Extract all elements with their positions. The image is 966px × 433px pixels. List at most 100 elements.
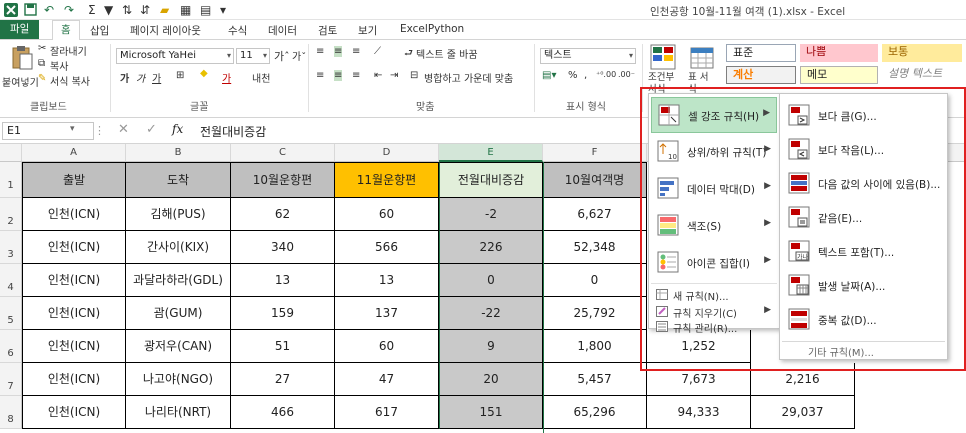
header-cell[interactable]: 10월운항편	[231, 162, 335, 198]
style-neutral[interactable]: 보통	[882, 44, 962, 62]
conditional-format-icon[interactable]	[650, 44, 676, 73]
align-middle-icon[interactable]: ≡	[334, 46, 343, 57]
table-cell[interactable]: 김해(PUS)	[126, 198, 231, 231]
font-name-combo[interactable]: Microsoft YaHei ▾	[116, 48, 234, 64]
table-cell[interactable]: 137	[335, 297, 439, 330]
table-cell[interactable]: 13	[231, 264, 335, 297]
table-cell[interactable]: 13	[335, 264, 439, 297]
table-cell[interactable]: 5,457	[543, 363, 647, 396]
tab-review[interactable]: 검토	[318, 23, 337, 38]
align-top-icon[interactable]: ≡	[316, 46, 324, 57]
row-header[interactable]: 1	[0, 162, 22, 198]
tab-page-layout[interactable]: 페이지 레이아웃	[130, 23, 201, 38]
orientation-icon[interactable]: ⟋	[374, 46, 381, 57]
table-cell[interactable]: 괌(GUM)	[126, 297, 231, 330]
table-cell[interactable]: 0	[439, 264, 543, 297]
format-as-table-icon[interactable]	[690, 44, 714, 73]
table-cell[interactable]: 간사이(KIX)	[126, 231, 231, 264]
tab-formulas[interactable]: 수식	[228, 23, 247, 38]
phonetic-icon[interactable]: 내천	[252, 70, 270, 85]
style-calculation[interactable]: 계산	[726, 66, 796, 84]
folder-icon[interactable]: ▰	[160, 3, 169, 17]
table-cell[interactable]: 광저우(CAN)	[126, 330, 231, 363]
autosum-icon[interactable]: Σ	[88, 3, 96, 17]
decrease-decimal-icon[interactable]: .00⁻	[618, 70, 635, 79]
table-cell[interactable]: 나고야(NGO)	[126, 363, 231, 396]
table-cell[interactable]: 617	[335, 396, 439, 429]
tab-file[interactable]: 파일	[0, 20, 40, 39]
increase-indent-icon[interactable]: ⇥	[390, 70, 398, 81]
redo-icon[interactable]: ↷	[64, 3, 74, 17]
table-cell[interactable]: 566	[335, 231, 439, 264]
format-painter-button[interactable]: 서식 복사	[50, 73, 90, 88]
table-cell[interactable]: 인천(ICN)	[22, 297, 126, 330]
column-header[interactable]: C	[231, 144, 335, 162]
align-right-icon[interactable]: ≡	[352, 70, 360, 81]
border-icon[interactable]: ⊞	[176, 70, 184, 81]
column-header[interactable]: F	[543, 144, 647, 162]
table-cell[interactable]: 25,792	[543, 297, 647, 330]
table-cell[interactable]: 인천(ICN)	[22, 264, 126, 297]
underline-icon[interactable]: 가	[152, 70, 161, 85]
customize-icon[interactable]: ▾	[220, 3, 226, 17]
style-bad[interactable]: 나쁨	[800, 44, 878, 62]
row-header[interactable]: 7	[0, 363, 22, 396]
form-icon[interactable]: ▤	[200, 3, 211, 17]
style-note[interactable]: 메모	[800, 66, 878, 84]
italic-icon[interactable]: 가	[136, 70, 145, 85]
wrap-text-icon[interactable]: ⮐	[404, 46, 413, 63]
table-cell[interactable]: 1,800	[543, 330, 647, 363]
sort-icon[interactable]: ⇅	[122, 3, 132, 17]
merge-center-button[interactable]: 병합하고 가운데 맞춤	[424, 70, 513, 85]
bold-icon[interactable]: 가	[120, 70, 129, 85]
font-color-icon[interactable]: 가	[222, 70, 231, 85]
column-header[interactable]: D	[335, 144, 439, 162]
table-cell[interactable]: -2	[439, 198, 543, 231]
tab-data[interactable]: 데이터	[268, 23, 297, 38]
table-cell[interactable]: 151	[439, 396, 543, 429]
grow-font-icon[interactable]: 가ˆ	[274, 48, 290, 64]
table-cell[interactable]: 340	[231, 231, 335, 264]
merge-center-icon[interactable]: ⊟	[410, 70, 418, 81]
percent-icon[interactable]: %	[568, 70, 578, 81]
style-explanatory[interactable]: 설명 텍스트	[882, 66, 962, 84]
row-header[interactable]: 2	[0, 198, 22, 231]
table-cell[interactable]: 6,627	[543, 198, 647, 231]
paste-icon[interactable]	[10, 44, 34, 75]
table-cell[interactable]: 466	[231, 396, 335, 429]
table-cell[interactable]: 94,333	[647, 396, 751, 429]
format-painter-icon[interactable]: ✎	[38, 73, 46, 84]
align-left-icon[interactable]: ≡	[316, 70, 324, 81]
cut-icon[interactable]: ✂	[38, 43, 46, 54]
increase-decimal-icon[interactable]: ⁺⁰.00	[596, 70, 616, 79]
table-cell[interactable]: 인천(ICN)	[22, 363, 126, 396]
tab-excelpython[interactable]: ExcelPython	[400, 23, 464, 35]
row-header[interactable]: 6	[0, 330, 22, 363]
table-cell[interactable]: 인천(ICN)	[22, 396, 126, 429]
cancel-icon[interactable]: ✕	[118, 122, 129, 137]
insert-function-icon[interactable]: fx	[172, 122, 183, 136]
table-cell[interactable]: 226	[439, 231, 543, 264]
column-header[interactable]: A	[22, 144, 126, 162]
table-cell[interactable]: 0	[543, 264, 647, 297]
formula-input[interactable]: 전월대비증감	[200, 123, 266, 140]
table-cell[interactable]: 51	[231, 330, 335, 363]
copy-button[interactable]: 복사	[50, 58, 68, 73]
table-cell[interactable]: 60	[335, 330, 439, 363]
table-cell[interactable]: 9	[439, 330, 543, 363]
row-header[interactable]: 3	[0, 231, 22, 264]
tab-insert[interactable]: 삽입	[90, 23, 109, 38]
tab-view[interactable]: 보기	[358, 23, 377, 38]
filter-icon[interactable]: ▼	[104, 3, 113, 17]
header-cell[interactable]: 출발	[22, 162, 126, 198]
row-header[interactable]: 8	[0, 396, 22, 429]
align-bottom-icon[interactable]: ≡	[352, 46, 360, 57]
table-cell[interactable]: 159	[231, 297, 335, 330]
currency-icon[interactable]: ▤▾	[542, 70, 556, 81]
table-cell[interactable]: 52,348	[543, 231, 647, 264]
table-icon[interactable]: ▦	[180, 3, 191, 17]
undo-icon[interactable]: ↶	[44, 3, 54, 17]
header-cell[interactable]: 10월여객명	[543, 162, 647, 198]
enter-icon[interactable]: ✓	[146, 122, 157, 137]
sort-desc-icon[interactable]: ⇵	[140, 3, 150, 17]
